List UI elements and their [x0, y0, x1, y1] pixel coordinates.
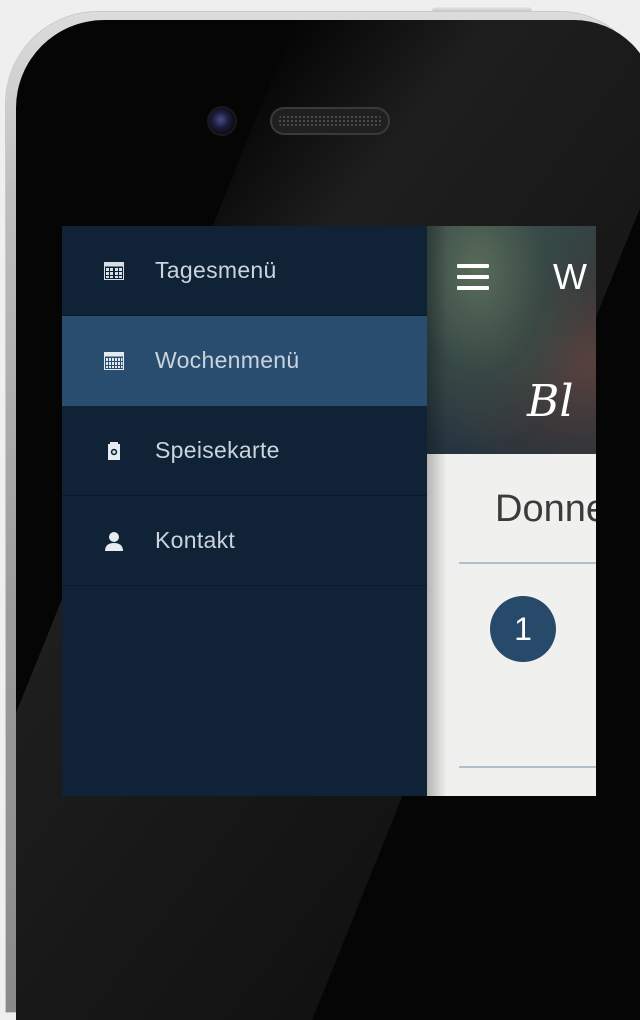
calendar-week-icon: [104, 351, 124, 371]
sidebar-item-kontakt[interactable]: Kontakt: [62, 496, 427, 586]
sidebar-menu: Tagesmenü Wochenmenü Speisekarte Kontakt: [62, 226, 427, 796]
day-heading: Donne: [495, 488, 596, 530]
sidebar-item-speisekarte[interactable]: Speisekarte: [62, 406, 427, 496]
front-camera: [209, 108, 235, 134]
hamburger-icon[interactable]: [457, 264, 489, 292]
sidebar-item-tagesmenu[interactable]: Tagesmenü: [62, 226, 427, 316]
calendar-grid-icon: [104, 261, 124, 281]
person-icon: [104, 531, 124, 551]
earpiece-speaker: [270, 107, 390, 135]
main-content: W Bl Donne 1: [427, 226, 596, 796]
page-title: W: [553, 256, 587, 297]
app-screen: Tagesmenü Wochenmenü Speisekarte Kontakt…: [62, 226, 596, 796]
sidebar-item-label: Tagesmenü: [155, 257, 277, 283]
menu-card-icon: [104, 441, 124, 461]
sidebar-item-wochenmenu[interactable]: Wochenmenü: [62, 316, 427, 406]
sidebar-item-label: Speisekarte: [155, 437, 280, 463]
brand-logo-text: Bl: [527, 376, 574, 427]
sidebar-item-label: Wochenmenü: [155, 347, 300, 373]
divider: [459, 766, 596, 768]
divider: [459, 562, 596, 564]
menu-number-badge: 1: [490, 596, 556, 662]
sidebar-item-label: Kontakt: [155, 527, 236, 553]
